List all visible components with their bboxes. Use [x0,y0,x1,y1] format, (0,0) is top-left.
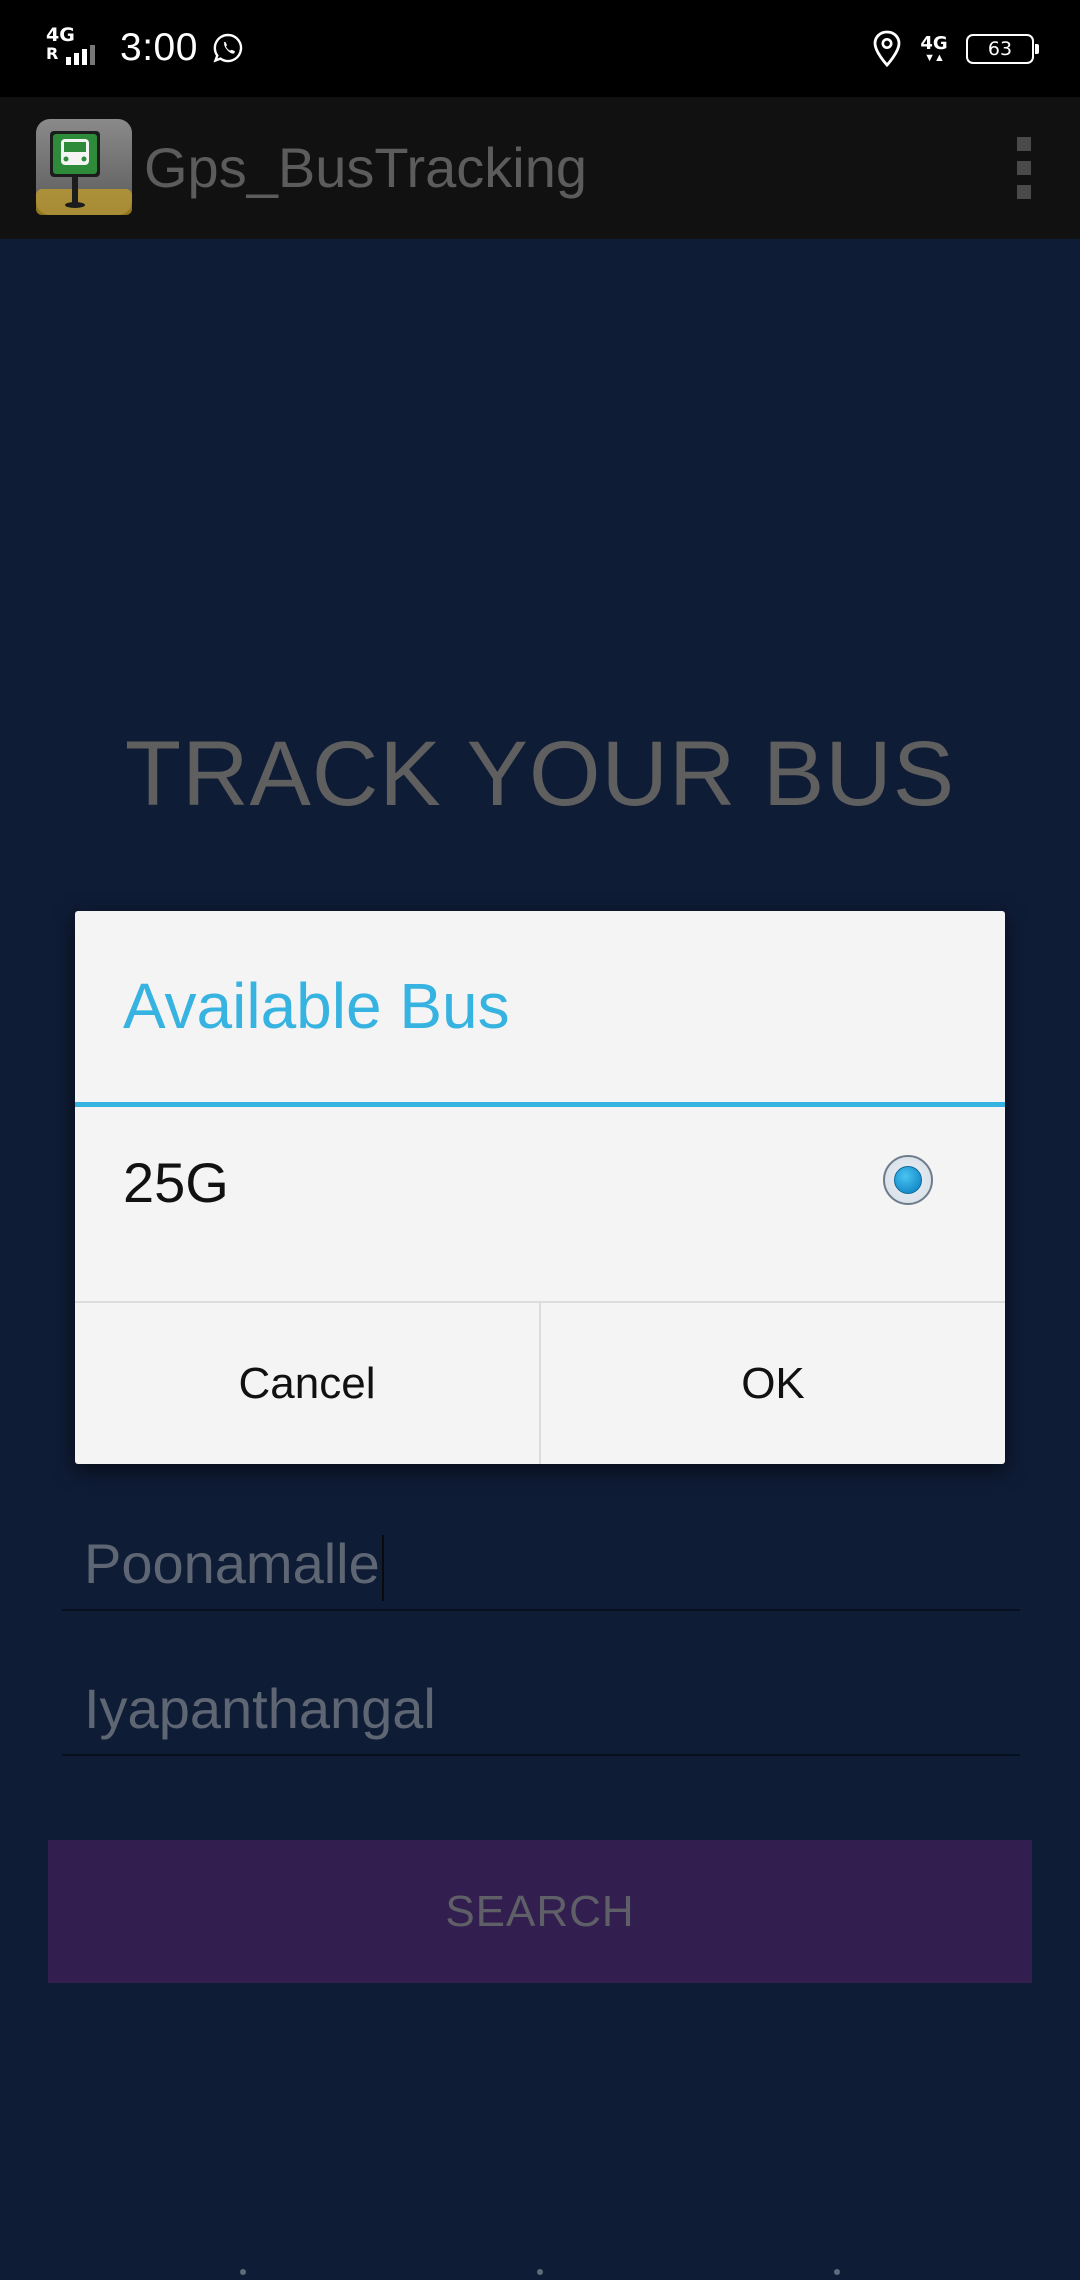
screen: 4G R 3:00 4G ▼▲ 63 Gps_BusTracking TRACK… [0,0,1080,2280]
to-location-value: Iyapanthangal [84,1677,436,1740]
ok-button[interactable]: OK [541,1303,1005,1464]
bus-option-label: 25G [123,1151,229,1214]
overflow-menu-icon[interactable] [1014,137,1034,199]
status-right: 4G ▼▲ 63 [872,28,1039,70]
to-location-input[interactable]: Iyapanthangal [62,1664,1020,1756]
search-button[interactable]: SEARCH [48,1840,1032,1983]
from-location-text: Poonamalle [84,1532,380,1595]
bus-option-row[interactable]: 25G [75,1107,1005,1214]
mobile-network-indicator: 4G R [46,25,106,71]
from-location-value: Poonamalle [84,1532,384,1602]
battery-level: 63 [987,38,1013,60]
navigation-bar-indicator [0,2269,1080,2279]
cancel-button[interactable]: Cancel [75,1303,539,1464]
app-title: Gps_BusTracking [144,136,587,199]
radio-button-selected-icon[interactable] [883,1155,933,1205]
page-heading: TRACK YOUR BUS [124,723,956,825]
text-cursor [381,1535,384,1602]
data-network-indicator: 4G ▼▲ [918,32,950,64]
bus-stop-icon [36,119,132,215]
network-type-label: 4G [46,24,75,46]
signal-strength-icon [66,45,95,65]
status-left: 4G R 3:00 [46,22,244,74]
dialog-title: Available Bus [123,970,510,1042]
battery-icon: 63 [966,34,1039,64]
status-bar: 4G R 3:00 4G ▼▲ 63 [0,0,1080,97]
data-network-label: 4G [920,32,948,54]
available-bus-dialog: Available Bus 25G Cancel OK [75,911,1005,1464]
from-location-input[interactable]: Poonamalle [62,1519,1020,1611]
location-icon [873,30,901,68]
data-activity-icon: ▼▲ [924,51,945,64]
clock: 3:00 [120,26,198,69]
app-bar: Gps_BusTracking [0,97,1080,239]
whatsapp-icon [213,33,243,63]
